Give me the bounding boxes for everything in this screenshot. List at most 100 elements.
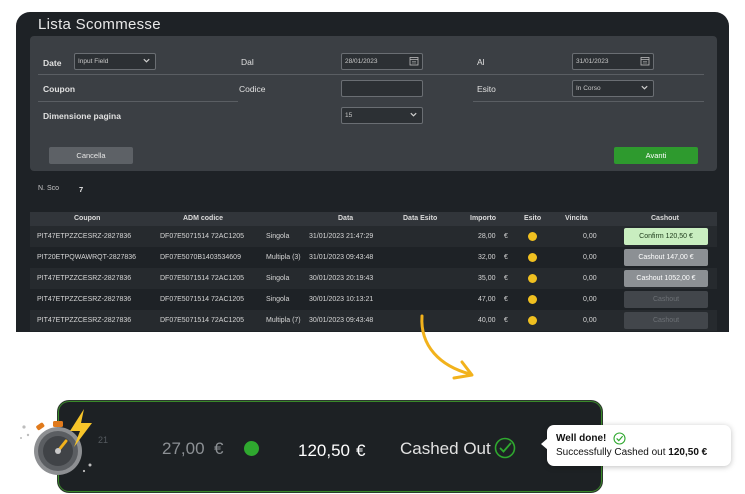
- divider: [238, 74, 473, 75]
- zoom-importo-currency: €: [214, 439, 224, 458]
- cell-vincita: 0,00: [583, 233, 597, 240]
- cancella-button[interactable]: Cancella: [49, 147, 133, 164]
- check-circle-icon: [494, 437, 516, 459]
- col-header-vincita: Vincita: [565, 215, 588, 222]
- cell-coupon: PIT47ETPZZCESRZ-2827836: [37, 233, 132, 240]
- cell-tipo: Multipla (7): [266, 317, 301, 324]
- bet-list-window: Lista Scommesse Date Input Field Dal 28/…: [16, 12, 729, 332]
- cell-importo: 35,00: [478, 275, 496, 282]
- cell-vincita: 0,00: [583, 317, 597, 324]
- cell-currency: €: [504, 254, 508, 261]
- col-header-esito: Esito: [524, 215, 542, 222]
- cell-adm-codice: DF07E5070B1403534609: [160, 254, 241, 261]
- divider: [473, 101, 704, 102]
- cell-data: 31/01/2023 21:47:29: [309, 233, 374, 240]
- divider: [473, 74, 704, 75]
- calendar-icon[interactable]: [640, 56, 650, 66]
- cashout-button: Cashout: [624, 312, 708, 329]
- cell-adm-codice: DF07E5071514 72AC1205: [160, 233, 245, 240]
- al-date-value: 31/01/2023: [576, 58, 609, 65]
- table-header: Coupon ADM codice Data Data Esito Import…: [30, 212, 717, 226]
- avanti-button[interactable]: Avanti: [614, 147, 698, 164]
- cashout-zoom-card: 21 27,00 € 120,50 € Cashed Out: [57, 400, 603, 493]
- codice-input[interactable]: [341, 80, 423, 97]
- cell-adm-codice: DF07E5071514 72AC1205: [160, 317, 245, 324]
- table-row[interactable]: PIT47ETPZZCESRZ-2827836 DF07E5071514 72AC…: [30, 226, 717, 247]
- col-header-data: Data: [338, 215, 354, 222]
- al-date-input[interactable]: 31/01/2023: [572, 53, 654, 70]
- chevron-down-icon: [410, 112, 417, 117]
- chevron-down-icon: [641, 85, 648, 90]
- table-row[interactable]: PIT47ETPZZCESRZ-2827836 DF07E5071514 72AC…: [30, 289, 717, 310]
- cell-currency: €: [504, 275, 508, 282]
- toast-pointer: [541, 438, 548, 450]
- status-dot: [528, 232, 537, 241]
- page-size-value: 15: [345, 112, 353, 119]
- col-header-data-esito: Data Esito: [403, 215, 438, 222]
- toast-message-text: Successfully Cashed out: [556, 447, 666, 458]
- zoom-importo: 27,00: [162, 439, 205, 458]
- cell-data: 30/01/2023 09:43:48: [309, 317, 374, 324]
- dal-label: Dal: [241, 57, 254, 67]
- cell-currency: €: [504, 233, 508, 240]
- cell-coupon: PIT47ETPZZCESRZ-2827836: [37, 275, 132, 282]
- col-header-cashout: Cashout: [651, 215, 679, 222]
- table-row[interactable]: PIT47ETPZZCESRZ-2827836 DF07E5071514 72AC…: [30, 268, 717, 289]
- toast-title: Well done!: [556, 433, 607, 444]
- cell-vincita: 0,00: [583, 296, 597, 303]
- cell-currency: €: [504, 317, 508, 324]
- cell-adm-codice: DF07E5071514 72AC1205: [160, 296, 245, 303]
- cashout-button[interactable]: Cashout 1052,00 €: [624, 270, 708, 287]
- dal-date-value: 28/01/2023: [345, 58, 378, 65]
- cell-adm-codice: DF07E5071514 72AC1205: [160, 275, 245, 282]
- col-header-coupon: Coupon: [74, 215, 101, 222]
- cell-importo: 32,00: [478, 254, 496, 261]
- arrow-icon: [420, 314, 474, 380]
- divider: [38, 74, 238, 75]
- date-label: Date: [43, 58, 62, 68]
- calendar-icon[interactable]: [409, 56, 419, 66]
- cell-coupon: PIT47ETPZZCESRZ-2827836: [37, 296, 132, 303]
- check-circle-icon: [613, 432, 626, 445]
- cashout-button[interactable]: Confirm 120,50 €: [624, 228, 708, 245]
- esito-select-value: In Corso: [576, 85, 601, 92]
- col-header-adm: ADM codice: [183, 215, 224, 222]
- col-header-importo: Importo: [470, 215, 497, 222]
- cell-coupon: PIT20ETPQWAWRQT-2827836: [37, 254, 137, 261]
- divider: [38, 101, 238, 102]
- cell-importo: 47,00: [478, 296, 496, 303]
- bet-count-value: 7: [79, 185, 84, 194]
- cell-tipo: Singola: [266, 296, 290, 303]
- esito-label: Esito: [477, 84, 496, 94]
- chevron-down-icon: [143, 58, 150, 63]
- date-select-value: Input Field: [78, 58, 109, 65]
- cell-data: 30/01/2023 10:13:21: [309, 296, 374, 303]
- cell-vincita: 0,00: [583, 275, 597, 282]
- dal-date-input[interactable]: 28/01/2023: [341, 53, 423, 70]
- stopwatch-icon: [20, 409, 92, 475]
- cell-tipo: Singola: [266, 233, 290, 240]
- cashout-button: Cashout: [624, 291, 708, 308]
- status-dot: [528, 295, 537, 304]
- status-dot: [528, 274, 537, 283]
- cashed-out-status: Cashed Out: [400, 439, 491, 458]
- esito-select[interactable]: In Corso: [572, 80, 654, 97]
- cell-vincita: 0,00: [583, 254, 597, 261]
- cell-importo: 28,00: [478, 233, 496, 240]
- cashout-button[interactable]: Cashout 147,00 €: [624, 249, 708, 266]
- page-size-select[interactable]: 15: [341, 107, 423, 124]
- date-select[interactable]: Input Field: [74, 53, 156, 70]
- status-dot: [528, 316, 537, 325]
- zoom-cashout-currency: €: [356, 441, 366, 460]
- table-row[interactable]: PIT20ETPQWAWRQT-2827836 DF07E5070B1403534…: [30, 247, 717, 268]
- cell-data: 30/01/2023 20:19:43: [309, 275, 374, 282]
- success-toast: Well done! Successfully Cashed out 120,5…: [541, 425, 731, 466]
- cell-data: 31/01/2023 09:43:48: [309, 254, 374, 261]
- status-dot: [244, 441, 259, 456]
- coupon-label: Coupon: [43, 84, 76, 94]
- al-label: Al: [477, 57, 485, 67]
- table-row[interactable]: PIT47ETPZZCESRZ-2827836 DF07E5071514 72AC…: [30, 310, 717, 331]
- filter-panel: Date Input Field Dal 28/01/2023 Al 31/01…: [30, 36, 717, 171]
- toast-amount: 120,50 €: [668, 447, 708, 458]
- page-title: Lista Scommesse: [38, 16, 161, 33]
